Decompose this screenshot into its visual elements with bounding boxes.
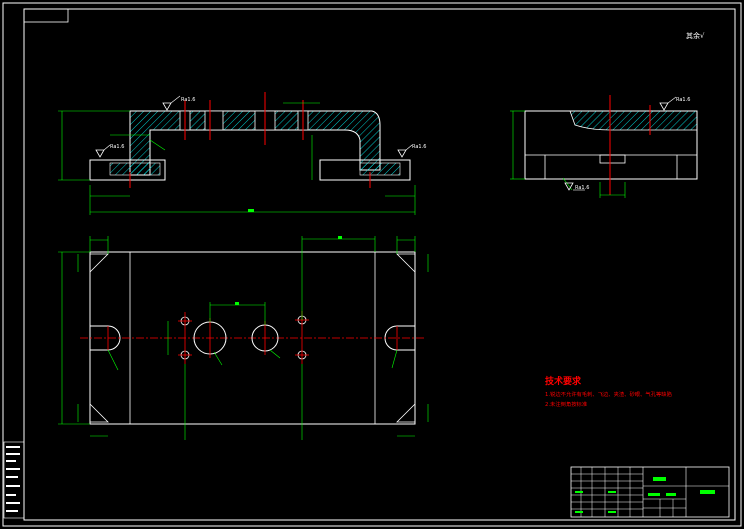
tech-req-item-1: 1.锐边不允许有毛刺、飞边、夹渣、砂眼、气孔等缺陷	[545, 390, 672, 398]
front-hole-2	[204, 110, 224, 131]
tech-req-item-2: 2.未注倒角按标准	[545, 400, 588, 408]
svg-text:Ra1.6: Ra1.6	[676, 97, 690, 103]
cad-drawing-sheet: 其余√ Ra1.6 Ra1.6 Ra1.6 Ra1.6 Ra1.6 技术要求 1…	[2, 2, 742, 527]
side-view: Ra1.6 Ra1.6	[510, 95, 698, 198]
svg-text:Ra1.6: Ra1.6	[181, 97, 195, 103]
drawing-number-box	[23, 8, 69, 23]
plan-view	[58, 236, 429, 440]
technical-requirements: 技术要求 1.锐边不允许有毛刺、飞边、夹渣、砂眼、气孔等缺陷 2.未注倒角按标准	[545, 375, 672, 408]
outer-frame	[2, 2, 742, 527]
tech-req-title: 技术要求	[545, 375, 582, 387]
front-base-hatch-right	[359, 162, 401, 176]
front-base-hatch-left	[109, 162, 161, 176]
title-block	[570, 466, 730, 518]
front-dim-value-width	[248, 209, 254, 212]
roughness-general-note: 其余√	[686, 31, 705, 40]
inner-frame	[23, 8, 736, 521]
svg-text:Ra1.6: Ra1.6	[412, 144, 426, 150]
svg-text:Ra1.6: Ra1.6	[110, 144, 124, 150]
svg-text:Ra1.6: Ra1.6	[575, 185, 589, 191]
side-strip-table	[3, 441, 25, 519]
side-hatch	[569, 110, 698, 131]
front-section-view: Ra1.6 Ra1.6 Ra1.6	[58, 92, 426, 215]
